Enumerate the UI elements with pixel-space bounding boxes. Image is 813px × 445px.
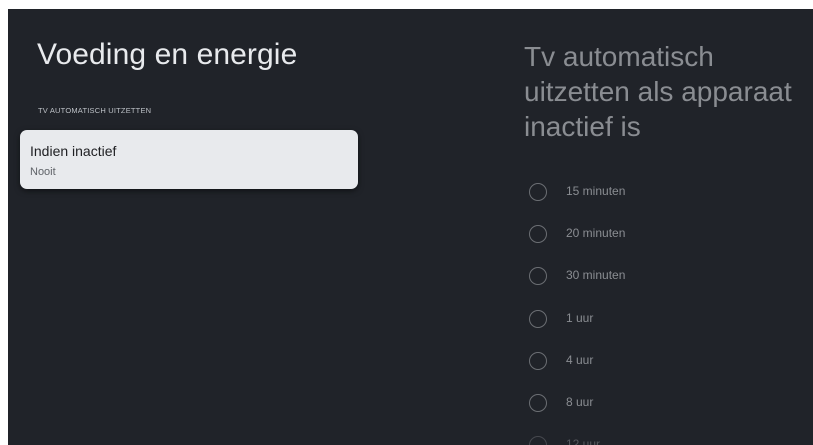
option-label: 8 uur <box>566 395 594 409</box>
radio-unchecked-icon[interactable] <box>529 267 547 285</box>
radio-unchecked-icon[interactable] <box>529 394 547 412</box>
page-title: Voeding en energie <box>37 38 298 71</box>
section-label: TV AUTOMATISCH UITZETTEN <box>38 106 152 115</box>
settings-panel: Voeding en energie TV AUTOMATISCH UITZET… <box>8 9 368 445</box>
option-label: 1 uur <box>566 311 594 325</box>
option-4-uur[interactable]: 4 uur <box>526 349 796 373</box>
option-15-minuten[interactable]: 15 minuten <box>526 180 796 204</box>
option-8-uur[interactable]: 8 uur <box>526 391 796 415</box>
option-30-minuten[interactable]: 30 minuten <box>526 264 796 288</box>
options-dialog: Tv automatisch uitzetten als apparaat in… <box>508 9 813 445</box>
option-1-uur[interactable]: 1 uur <box>526 307 796 331</box>
option-label: 30 minuten <box>566 268 626 282</box>
option-label: 15 minuten <box>566 184 626 198</box>
setting-title: Indien inactief <box>30 143 117 159</box>
option-label: 4 uur <box>566 353 594 367</box>
tv-settings-screen: Voeding en energie TV AUTOMATISCH UITZET… <box>8 9 813 445</box>
radio-unchecked-icon[interactable] <box>529 436 547 445</box>
options-list: 15 minuten 20 minuten 30 minuten 1 uur 4… <box>508 9 813 445</box>
setting-value: Nooit <box>30 166 56 178</box>
setting-item-idle-timeout[interactable]: Indien inactief Nooit <box>20 130 358 189</box>
option-label: 20 minuten <box>566 226 626 240</box>
option-12-uur[interactable]: 12 uur <box>526 433 796 445</box>
radio-unchecked-icon[interactable] <box>529 225 547 243</box>
radio-unchecked-icon[interactable] <box>529 310 547 328</box>
option-label: 12 uur <box>566 437 601 445</box>
option-20-minuten[interactable]: 20 minuten <box>526 222 796 246</box>
radio-unchecked-icon[interactable] <box>529 352 547 370</box>
radio-unchecked-icon[interactable] <box>529 183 547 201</box>
